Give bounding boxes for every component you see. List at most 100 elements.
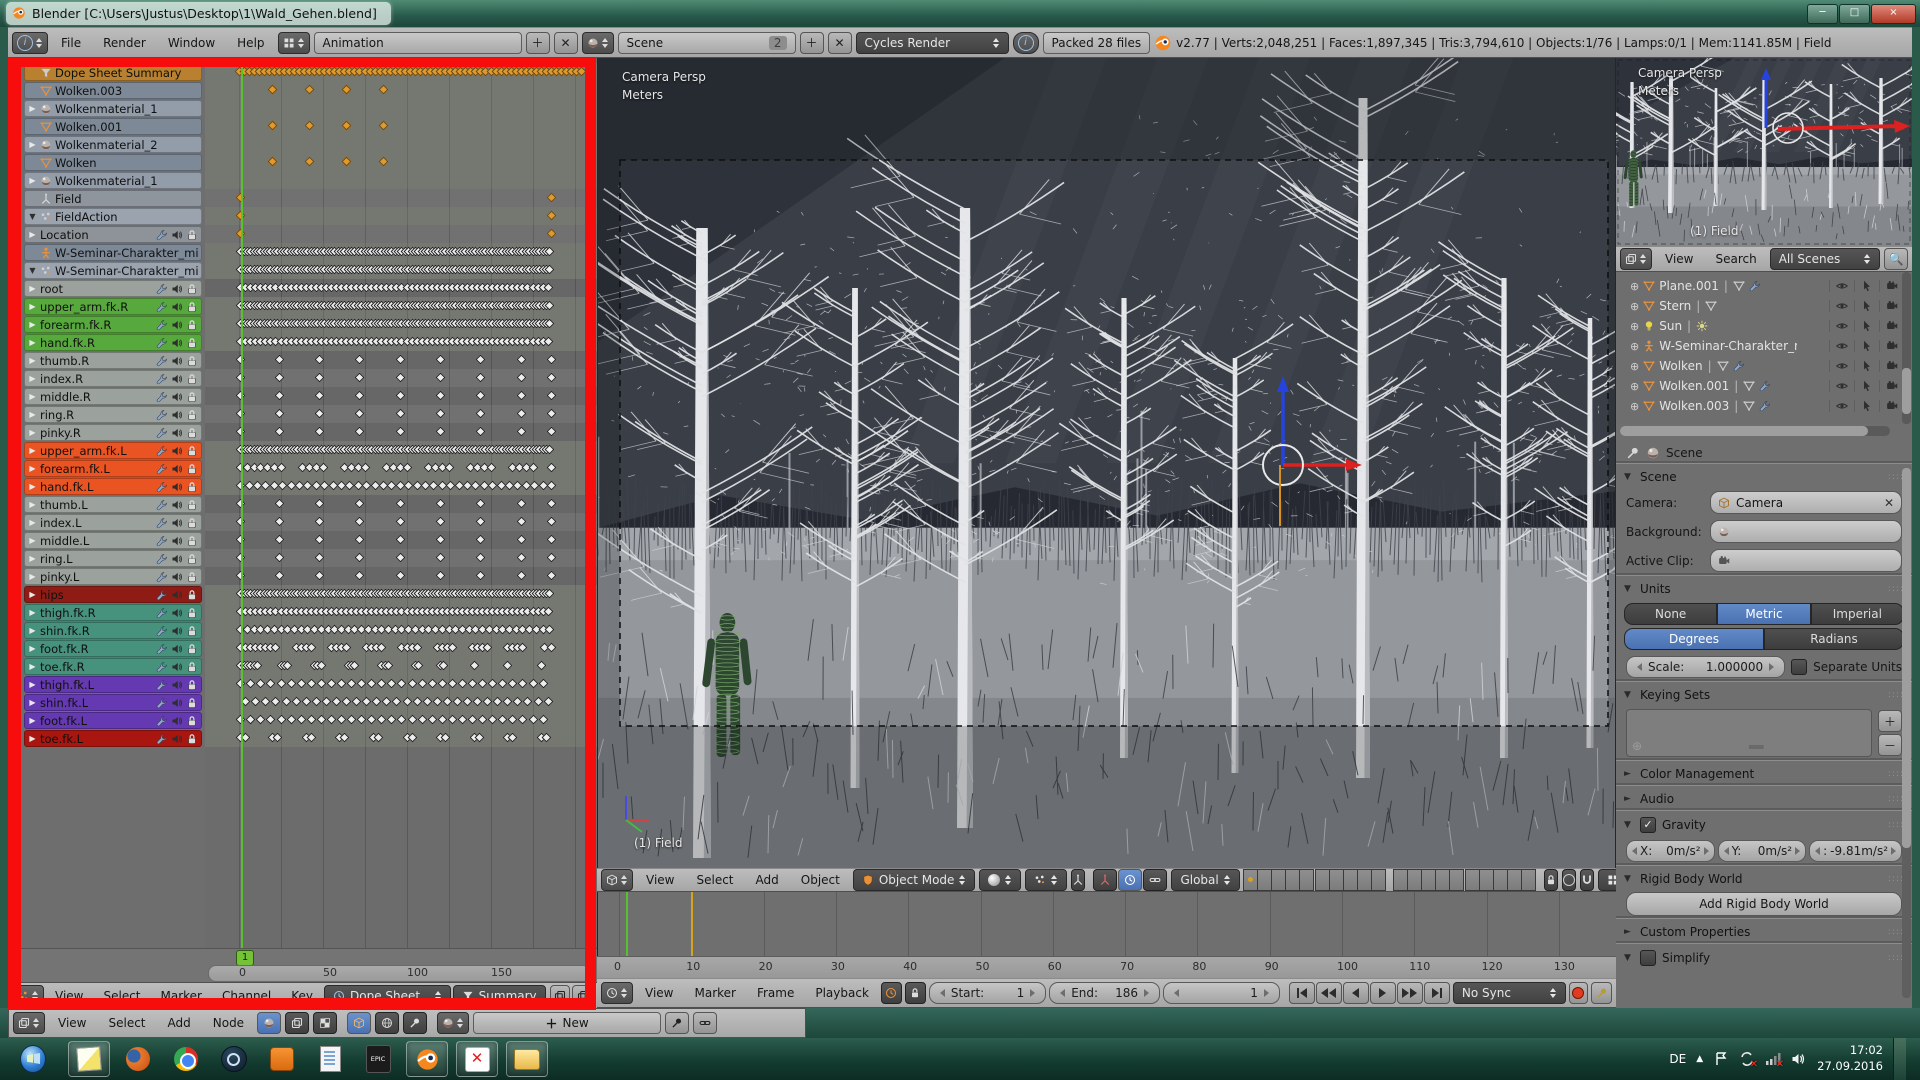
add-layout-button[interactable]: ＋ — [526, 32, 550, 54]
taskbar-firefox-button[interactable] — [118, 1042, 158, 1076]
outliner-item-w-seminar-charakter-mit-kleid[interactable]: ⊕W-Seminar-Charakter_mit-Kleid — [1620, 336, 1912, 356]
keyframe-diamond[interactable] — [452, 697, 462, 707]
keyframe-diamond[interactable] — [508, 679, 518, 689]
timeline-ruler-label[interactable]: 50 — [976, 960, 990, 973]
timeline-ruler-label[interactable]: 80 — [1192, 960, 1206, 973]
tl-menu-frame[interactable]: Frame — [748, 981, 803, 1005]
channel-expander-icon[interactable]: ▶ — [28, 284, 37, 293]
keyframe-row[interactable] — [205, 531, 597, 549]
menu-render[interactable]: Render — [94, 31, 155, 55]
outliner-item-wolken-001[interactable]: ⊕Wolken.001| — [1620, 376, 1912, 396]
pin-node-tree-button[interactable] — [665, 1012, 689, 1034]
channel-foot-fk-r[interactable]: ▶foot.fk.R — [24, 640, 202, 657]
action-center-flag-icon[interactable] — [1713, 1051, 1729, 1067]
visibility-toggle[interactable] — [1829, 360, 1854, 372]
keyframe-diamond[interactable] — [281, 697, 291, 707]
close-button[interactable]: × — [1871, 4, 1916, 24]
channel-pinky-l[interactable]: ▶pinky.L — [24, 568, 202, 585]
keyframe-diamond[interactable] — [395, 553, 405, 563]
ds-menu-select[interactable]: Select — [94, 984, 149, 1008]
lock-to-scene-toggle[interactable] — [1544, 869, 1558, 891]
selectability-toggle[interactable] — [1854, 380, 1879, 392]
delete-scene-button[interactable]: ✕ — [828, 32, 852, 54]
keyframe-diamond[interactable] — [436, 373, 446, 383]
node-menu-node[interactable]: Node — [204, 1011, 253, 1035]
timeline-ruler-label[interactable]: 10 — [686, 960, 700, 973]
keyframe-diamond[interactable] — [274, 427, 284, 437]
layer-cell[interactable] — [1257, 869, 1272, 891]
expand-icon[interactable]: ⊕ — [1630, 380, 1639, 393]
lineart-shader-toggle[interactable] — [403, 1012, 427, 1034]
tl-menu-playback[interactable]: Playback — [806, 981, 878, 1005]
keyframe-diamond[interactable] — [273, 733, 283, 743]
keyframe-diamond[interactable] — [276, 715, 286, 725]
lock-frame-range-toggle[interactable] — [905, 982, 926, 1004]
expand-icon[interactable]: ⊕ — [1630, 320, 1639, 333]
gravity-y-field[interactable]: Y:0m/s² — [1718, 840, 1807, 862]
layer-cell[interactable] — [1357, 869, 1372, 891]
ds-menu-view[interactable]: View — [46, 984, 92, 1008]
keyframe-diamond[interactable] — [315, 373, 325, 383]
pivot-point-selector[interactable] — [1025, 869, 1067, 891]
taskbar-explorer-button[interactable] — [506, 1041, 548, 1077]
keyframe-row[interactable] — [205, 225, 597, 243]
keyframe-diamond[interactable] — [355, 571, 365, 581]
keyframe-row[interactable] — [205, 81, 597, 99]
unit-none-button[interactable]: None — [1624, 603, 1717, 625]
keyframe-diamond[interactable] — [286, 679, 296, 689]
layer-cell[interactable] — [1449, 869, 1464, 891]
channel-wolkenmaterial-1[interactable]: ▶Wolkenmaterial_1 — [24, 100, 202, 117]
keyframe-row[interactable] — [205, 549, 597, 567]
start-frame-field[interactable]: Start:1 — [929, 982, 1046, 1004]
visibility-toggle[interactable] — [1829, 340, 1854, 352]
channel-upper-arm-fk-l[interactable]: ▶upper_arm.fk.L — [24, 442, 202, 459]
keyframe-diamond[interactable] — [395, 535, 405, 545]
keyframe-diamond[interactable] — [266, 715, 276, 725]
channel-expander-icon[interactable]: ▶ — [28, 536, 37, 545]
selectability-toggle[interactable] — [1854, 400, 1879, 412]
channel-upper-arm-fk-r[interactable]: ▶upper_arm.fk.R — [24, 298, 202, 315]
timeline-editor-type-button[interactable] — [601, 982, 633, 1004]
keyframe-row[interactable] — [205, 495, 597, 513]
keyframe-diamond[interactable] — [315, 391, 325, 401]
tl-menu-marker[interactable]: Marker — [685, 981, 744, 1005]
keyframe-diamond[interactable] — [476, 499, 486, 509]
channel-shin-fk-r[interactable]: ▶shin.fk.R — [24, 622, 202, 639]
keyframe-diamond[interactable] — [412, 697, 422, 707]
keyframe-diamond[interactable] — [488, 715, 498, 725]
layer-cell[interactable] — [1371, 869, 1386, 891]
background-scene-field[interactable] — [1710, 520, 1902, 543]
channel-expander-icon[interactable]: ▶ — [28, 518, 37, 527]
keyframe-diamond[interactable] — [547, 463, 557, 473]
keyframe-diamond[interactable] — [547, 193, 557, 203]
shader-nodes-toggle[interactable] — [257, 1012, 281, 1034]
properties-scrollbar[interactable] — [1902, 468, 1911, 998]
channel-expander-icon[interactable]: ▶ — [28, 572, 37, 581]
keyframe-diamond[interactable] — [261, 697, 271, 707]
node-menu-view[interactable]: View — [49, 1011, 95, 1035]
channel-expander-icon[interactable]: ▶ — [28, 680, 37, 689]
channel-expander-icon[interactable]: ▶ — [28, 464, 37, 473]
keyframe-row[interactable] — [205, 567, 597, 585]
add-rigid-body-world-button[interactable]: Add Rigid Body World — [1626, 892, 1902, 916]
node-menu-add[interactable]: Add — [159, 1011, 200, 1035]
keyframe-diamond[interactable] — [528, 715, 538, 725]
degrees-button[interactable]: Degrees — [1624, 628, 1764, 650]
visibility-toggle[interactable] — [1829, 320, 1854, 332]
keyframe-diamond[interactable] — [395, 427, 405, 437]
outliner-item-stern[interactable]: ⊕Stern| — [1620, 296, 1912, 316]
keyframe-diamond[interactable] — [547, 355, 557, 365]
layer-cell[interactable] — [1421, 869, 1436, 891]
keyframe-diamond[interactable] — [286, 715, 296, 725]
dope-sheet-scrubber[interactable]: 1 050100150 — [8, 948, 597, 983]
keyframe-diamond[interactable] — [377, 679, 387, 689]
renderability-toggle[interactable] — [1879, 340, 1904, 352]
vp-menu-view[interactable]: View — [637, 868, 683, 892]
channel-w-seminar-charakter-mit-kleid[interactable]: ▼W-Seminar-Charakter_mit-Kleid — [24, 262, 202, 279]
unit-scale-field[interactable]: Scale:1.000000 — [1626, 656, 1785, 678]
keyframe-diamond[interactable] — [436, 553, 446, 563]
language-indicator[interactable]: DE — [1669, 1052, 1686, 1066]
keyframe-diamond[interactable] — [395, 571, 405, 581]
taskbar-notes-button[interactable] — [68, 1041, 110, 1077]
simplify-checkbox[interactable] — [1640, 950, 1656, 966]
